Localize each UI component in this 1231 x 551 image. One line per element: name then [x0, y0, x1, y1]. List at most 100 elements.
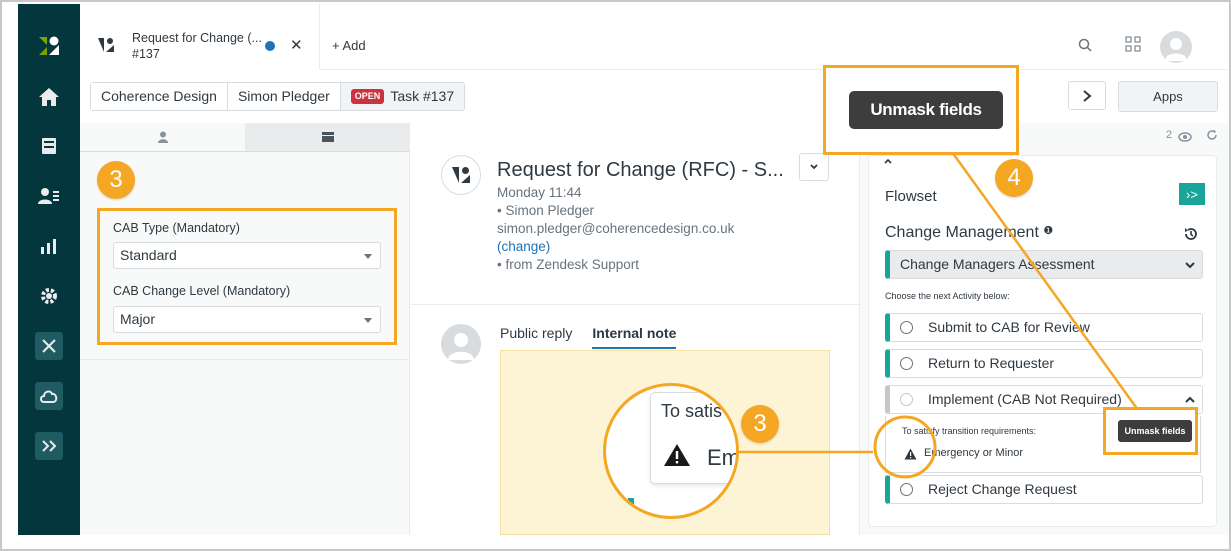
ticket-title: Request for Change (RFC) - S... — [497, 159, 784, 181]
ticket-logo-icon — [97, 37, 115, 56]
activity-reject[interactable]: Reject Change Request — [885, 475, 1203, 504]
unmask-fields-highlight-small: Unmask fields — [1103, 407, 1198, 455]
flowset-card: Flowset ›> Change Management ❶ Change Ma… — [868, 155, 1217, 527]
zoom-accent — [628, 498, 634, 516]
ticket-source-logo-icon — [441, 155, 481, 195]
zoom-line2: Em — [707, 445, 739, 470]
divider — [411, 304, 859, 305]
apps-panel: 2 Flowset ›> Change Management ❶ Change … — [859, 123, 1229, 535]
top-bar: Request for Change (... #137 ✕ + Add — [80, 4, 1227, 70]
choose-activity-text: Choose the next Activity below: — [885, 291, 1010, 301]
ticket-source: • from Zendesk Support — [497, 257, 640, 272]
reporting-icon[interactable] — [35, 232, 63, 260]
flowset-logo-icon: ›> — [1179, 183, 1205, 205]
user-avatar[interactable] — [1160, 31, 1192, 63]
chevron-down-icon — [1185, 262, 1195, 269]
cab-level-select[interactable]: Major — [113, 306, 381, 333]
search-icon[interactable] — [1078, 38, 1092, 55]
chevron-right-icon — [1083, 89, 1092, 102]
tab-subtitle: #137 — [132, 47, 160, 61]
change-management-text: Change Management — [885, 224, 1039, 241]
change-requester-link[interactable]: (change) — [497, 239, 550, 254]
settings-gear-icon[interactable] — [35, 282, 63, 310]
activity-label: Submit to CAB for Review — [928, 319, 1090, 335]
breadcrumb-task[interactable]: OPEN Task #137 — [340, 83, 465, 110]
zendesk-logo-icon[interactable] — [35, 32, 63, 60]
app-x-icon[interactable] — [35, 332, 63, 360]
cab-type-value: Standard — [120, 247, 177, 263]
cab-fields-highlight: CAB Type (Mandatory) Standard CAB Change… — [97, 208, 397, 345]
history-icon[interactable] — [1183, 226, 1199, 245]
reply-tabs: Public reply Internal note — [500, 325, 677, 349]
app-flowset-icon[interactable] — [35, 432, 63, 460]
ticket-time: Monday 11:44 — [497, 185, 582, 200]
zoom-requirement-card: To satis Em — [650, 392, 739, 484]
step-3-badge-zoom: 3 — [741, 405, 779, 443]
requester-email: simon.pledger@coherencedesign.co.uk — [497, 221, 735, 236]
breadcrumb-user[interactable]: Simon Pledger — [227, 83, 341, 110]
cab-type-select[interactable]: Standard — [113, 242, 381, 269]
stage-value: Change Managers Assessment — [900, 256, 1095, 272]
app-frame: Request for Change (... #137 ✕ + Add Coh… — [0, 0, 1231, 551]
radio-button[interactable] — [900, 393, 913, 406]
views-icon[interactable] — [35, 132, 63, 160]
radio-button[interactable] — [900, 321, 913, 334]
cab-level-value: Major — [120, 311, 156, 327]
user-tab-icon[interactable] — [80, 123, 245, 151]
change-management-label: Change Management ❶ — [885, 224, 1053, 242]
view-count: 2 — [1166, 129, 1173, 141]
requirement-item: Emergency or Minor — [924, 447, 1024, 459]
activity-label: Implement (CAB Not Required) — [928, 391, 1122, 407]
home-icon[interactable] — [35, 83, 63, 111]
status-badge: OPEN — [350, 89, 385, 104]
flowset-label: Flowset — [885, 188, 937, 205]
ticket-tab-icon[interactable] — [245, 123, 410, 151]
tab-title: Request for Change (... — [132, 31, 262, 45]
add-tab-button[interactable]: + Add — [332, 38, 366, 53]
tab-public-reply[interactable]: Public reply — [500, 325, 572, 349]
activity-return-requester[interactable]: Return to Requester — [885, 349, 1203, 378]
ticket-options-button[interactable] — [799, 153, 829, 181]
activity-submit-cab[interactable]: Submit to CAB for Review — [885, 313, 1203, 342]
apps-button[interactable]: Apps — [1118, 81, 1218, 112]
breadcrumb: Coherence Design Simon Pledger OPEN Task… — [90, 82, 466, 111]
chevron-up-icon — [1185, 396, 1195, 403]
close-icon[interactable]: ✕ — [290, 36, 303, 54]
info-icon[interactable]: ❶ — [1043, 225, 1053, 237]
radio-button[interactable] — [900, 483, 913, 496]
next-button[interactable] — [1068, 81, 1106, 110]
ticket-fields-panel: 3 CAB Type (Mandatory) Standard CAB Chan… — [80, 123, 410, 535]
step-3-badge: 3 — [97, 161, 135, 199]
app-cloud-icon[interactable] — [35, 382, 63, 410]
eye-icon — [1178, 129, 1192, 145]
radio-button[interactable] — [900, 357, 913, 370]
tab-internal-note[interactable]: Internal note — [592, 325, 677, 349]
ticket-tab[interactable]: Request for Change (... #137 ✕ — [80, 4, 320, 70]
activity-label: Reject Change Request — [928, 481, 1077, 497]
customers-icon[interactable] — [35, 182, 63, 210]
agent-avatar — [441, 324, 481, 364]
zoom-line1: To satis — [661, 401, 723, 421]
chevron-down-icon — [810, 164, 818, 170]
add-label: Add — [342, 38, 366, 53]
side-nav — [18, 4, 80, 535]
warning-icon — [904, 447, 917, 463]
task-label: Task #137 — [390, 88, 455, 104]
unmask-fields-button-zoom[interactable]: Unmask fields — [849, 91, 1003, 129]
caret-down-icon — [364, 254, 372, 259]
zoom-magnifier: To satis Em — [603, 383, 739, 519]
unmask-fields-button[interactable]: Unmask fields — [1118, 420, 1192, 442]
requirement-title: To satisfy transition requirements: — [902, 426, 1037, 436]
stage-select[interactable]: Change Managers Assessment — [885, 250, 1203, 279]
cab-type-label: CAB Type (Mandatory) — [113, 221, 240, 235]
panel-tabs — [80, 123, 410, 152]
step-4-badge: 4 — [995, 159, 1033, 197]
refresh-icon[interactable] — [1206, 128, 1218, 144]
warning-icon — [663, 443, 691, 470]
cab-level-label: CAB Change Level (Mandatory) — [113, 284, 291, 298]
products-grid-icon[interactable] — [1125, 36, 1141, 55]
breadcrumb-org[interactable]: Coherence Design — [91, 83, 228, 110]
plus-icon: + — [332, 38, 340, 53]
unsaved-dot — [265, 41, 275, 51]
unmask-fields-zoom: Unmask fields — [823, 65, 1019, 155]
